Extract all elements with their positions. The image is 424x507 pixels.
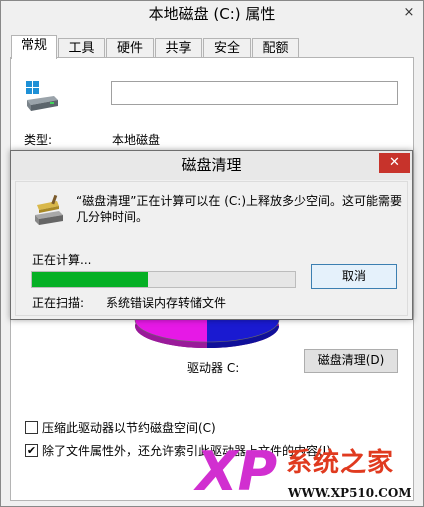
- tab-quota[interactable]: 配额: [252, 38, 299, 58]
- watermark-logo: XP 系统之家 WWW.XP510.COM: [196, 440, 422, 506]
- dialog-message: “磁盘清理”正在计算可以在 (C:)上释放多少空间。这可能需要几分钟时间。: [76, 194, 403, 224]
- compress-checkbox[interactable]: [25, 421, 38, 434]
- compress-checkbox-label: 压缩此驱动器以节约磁盘空间(C): [42, 421, 216, 435]
- watermark-url: WWW.XP510.COM: [288, 486, 412, 500]
- calculating-status: 正在计算...: [32, 253, 92, 267]
- progress-bar: [31, 271, 296, 288]
- type-value: 本地磁盘: [112, 133, 161, 147]
- scanning-value: 系统错误内存转储文件: [106, 296, 227, 310]
- tab-sharing[interactable]: 共享: [155, 38, 202, 58]
- pie-free-slice: [207, 320, 279, 342]
- disk-cleanup-icon: [35, 194, 63, 225]
- drive-label: 驱动器 C:: [187, 361, 240, 375]
- dialog-close-button[interactable]: ✕: [379, 153, 410, 173]
- window-close-button[interactable]: ×: [401, 5, 417, 21]
- dialog-title: 磁盘清理: [11, 151, 412, 180]
- type-label: 类型:: [24, 133, 53, 147]
- cancel-button[interactable]: 取消: [311, 264, 397, 289]
- progress-bar-fill: [32, 272, 148, 287]
- index-checkbox[interactable]: ✔: [25, 444, 38, 457]
- window-title: 本地磁盘 (C:) 属性: [148, 5, 276, 23]
- pie-used-slice: [135, 320, 207, 342]
- tab-general[interactable]: 常规: [11, 35, 57, 59]
- tab-security[interactable]: 安全: [203, 38, 251, 58]
- volume-label-input[interactable]: [111, 81, 398, 105]
- scanning-label: 正在扫描:: [32, 296, 85, 310]
- hard-drive-icon: [26, 81, 58, 111]
- tab-hardware[interactable]: 硬件: [106, 38, 154, 58]
- disk-cleanup-button[interactable]: 磁盘清理(D): [304, 349, 398, 373]
- watermark-site-name: 系统之家: [286, 448, 395, 478]
- watermark-xp: XP: [196, 440, 278, 503]
- disk-cleanup-dialog: 磁盘清理 ✕ “磁盘清理”正在计算可以在 (C:)上释放多少空间。这可能需要几分…: [10, 150, 413, 320]
- tab-tools[interactable]: 工具: [58, 38, 105, 58]
